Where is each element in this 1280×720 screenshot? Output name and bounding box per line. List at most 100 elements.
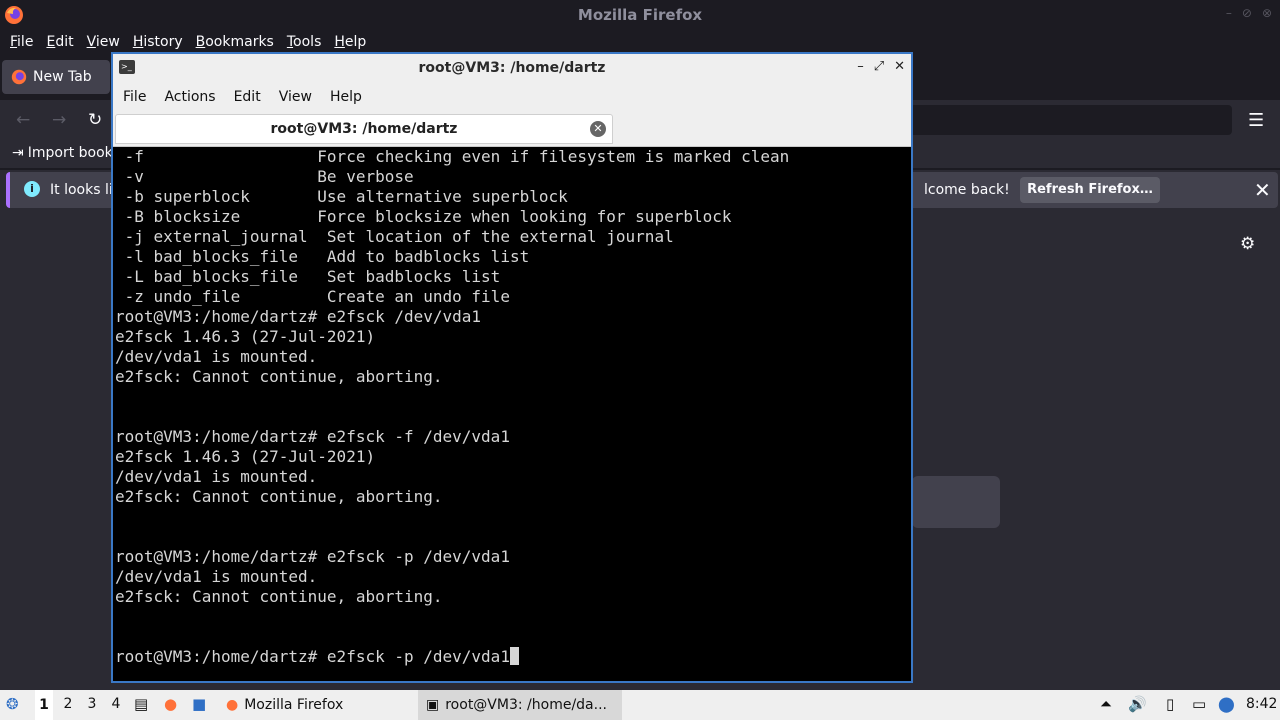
firefox-titlebar: Mozilla Firefox – ⊘ ⊗ <box>0 0 1280 30</box>
terminal-tab[interactable]: root@VM3: /home/dartz ✕ <box>115 114 613 144</box>
import-icon: ⇥ <box>12 145 24 161</box>
terminal-line: /dev/vda1 is mounted. <box>115 347 318 366</box>
terminal-tab-label: root@VM3: /home/dartz <box>270 121 458 137</box>
refresh-firefox-button[interactable]: Refresh Firefox… <box>1020 177 1160 203</box>
minimize-icon[interactable]: – <box>1226 6 1232 20</box>
menu-edit[interactable]: Edit <box>46 34 73 50</box>
terminal-menu-file[interactable]: File <box>123 89 146 105</box>
task-terminal-label: root@VM3: /home/da... <box>445 697 607 713</box>
tab-new-tab[interactable]: New Tab <box>2 60 110 94</box>
task-firefox-label: Mozilla Firefox <box>244 697 344 713</box>
terminal-line: -v Be verbose <box>115 167 414 186</box>
terminal-menu-actions[interactable]: Actions <box>164 89 215 105</box>
terminal-line: e2fsck 1.46.3 (27-Jul-2021) <box>115 327 376 346</box>
terminal-line: e2fsck: Cannot continue, aborting. <box>115 587 443 606</box>
tab-label: New Tab <box>33 69 92 85</box>
firefox-icon: ● <box>226 697 239 713</box>
file-manager-icon[interactable]: ▤ <box>134 695 148 713</box>
terminal-line: -z undo_file Create an undo file <box>115 287 510 306</box>
terminal-icon: ▣ <box>426 697 440 713</box>
clock: 8:42 <box>1246 696 1278 712</box>
terminal-line: e2fsck: Cannot continue, aborting. <box>115 367 443 386</box>
network-icon[interactable]: ▭ <box>1192 695 1206 713</box>
task-firefox[interactable]: ● Mozilla Firefox <box>218 690 351 720</box>
terminal-line: root@VM3:/home/dartz# e2fsck -p /dev/vda… <box>115 547 510 566</box>
minimize-icon[interactable]: – <box>857 59 864 74</box>
terminal-line: -j external_journal Set location of the … <box>115 227 674 246</box>
firefox-menubar: File Edit View History Bookmarks Tools H… <box>0 30 1280 54</box>
gear-icon[interactable]: ⚙ <box>1240 234 1255 254</box>
terminal-line: -l bad_blocks_file Add to badblocks list <box>115 247 530 266</box>
terminal-cursor <box>509 647 519 665</box>
url-bar[interactable] <box>910 105 1232 135</box>
terminal-output[interactable]: -f Force checking even if filesystem is … <box>113 147 911 681</box>
menu-file[interactable]: File <box>10 34 33 50</box>
terminal-line: root@VM3:/home/dartz# e2fsck -f /dev/vda… <box>115 427 510 446</box>
close-icon[interactable]: ⊗ <box>1262 6 1272 20</box>
terminal-line: e2fsck 1.46.3 (27-Jul-2021) <box>115 447 376 466</box>
taskbar: ❂ 1 2 3 4 ▤ ● ■ ● Mozilla Firefox ▣ root… <box>0 690 1280 720</box>
maximize-icon[interactable]: ⤢ <box>874 59 884 74</box>
close-icon[interactable]: ✕ <box>894 59 905 74</box>
terminal-prompt-line: root@VM3:/home/dartz# e2fsck -p /dev/vda… <box>115 647 911 667</box>
restore-icon[interactable]: ⊘ <box>1242 6 1252 20</box>
close-tab-icon[interactable]: ✕ <box>590 121 606 137</box>
terminal-line: /dev/vda1 is mounted. <box>115 567 318 586</box>
terminal-line: -b superblock Use alternative superblock <box>115 187 568 206</box>
terminal-menu-edit[interactable]: Edit <box>234 89 261 105</box>
terminal-line: -f Force checking even if filesystem is … <box>115 147 790 166</box>
desktop-icon[interactable]: ■ <box>192 695 206 713</box>
forward-arrow-icon[interactable]: → <box>52 110 66 130</box>
firefox-window-title: Mozilla Firefox <box>577 6 703 24</box>
volume-icon[interactable]: 🔊 <box>1128 695 1147 713</box>
terminal-menu-view[interactable]: View <box>279 89 312 105</box>
terminal-line: /dev/vda1 is mounted. <box>115 467 318 486</box>
import-bookmarks-button[interactable]: ⇥ Import book <box>12 145 113 161</box>
menu-tools[interactable]: Tools <box>287 34 322 50</box>
back-arrow-icon[interactable]: ← <box>16 110 30 130</box>
firefox-launcher-icon[interactable]: ● <box>164 695 177 713</box>
firefox-window-controls: – ⊘ ⊗ <box>1226 6 1272 20</box>
workspace-3[interactable]: 3 <box>83 696 101 712</box>
menu-history[interactable]: History <box>133 34 183 50</box>
menu-bookmarks[interactable]: Bookmarks <box>196 34 274 50</box>
firefox-logo-icon <box>5 6 23 24</box>
import-bookmarks-label: Import book <box>27 145 113 161</box>
workspace-1[interactable]: 1 <box>35 690 53 720</box>
terminal-titlebar: >_ root@VM3: /home/dartz – ⤢ ✕ <box>113 54 911 82</box>
terminal-icon: >_ <box>119 60 135 74</box>
info-icon: i <box>24 181 40 197</box>
task-terminal[interactable]: ▣ root@VM3: /home/da... <box>418 690 622 720</box>
close-icon[interactable]: ✕ <box>1254 178 1271 202</box>
firefox-tab-icon <box>11 69 27 85</box>
terminal-window-title: root@VM3: /home/dartz <box>418 60 606 76</box>
terminal-window: >_ root@VM3: /home/dartz – ⤢ ✕ File Acti… <box>111 52 913 683</box>
menu-help[interactable]: Help <box>334 34 366 50</box>
reload-icon[interactable]: ↻ <box>88 110 102 130</box>
workspace-4[interactable]: 4 <box>107 696 125 712</box>
terminal-prompt-text: root@VM3:/home/dartz# e2fsck -p /dev/vda… <box>115 647 510 666</box>
terminal-menu-help[interactable]: Help <box>330 89 362 105</box>
terminal-tabbar: root@VM3: /home/dartz ✕ <box>113 112 911 147</box>
search-box[interactable] <box>912 476 1000 528</box>
terminal-line: -L bad_blocks_file Set badblocks list <box>115 267 501 286</box>
terminal-line: -B blocksize Force blocksize when lookin… <box>115 207 732 226</box>
terminal-menubar: File Actions Edit View Help <box>113 82 911 112</box>
clipboard-icon[interactable]: ▯ <box>1166 695 1174 713</box>
hamburger-menu-icon[interactable]: ☰ <box>1248 110 1264 131</box>
terminal-window-controls: – ⤢ ✕ <box>857 59 905 74</box>
tray-up-icon[interactable]: ⏶ <box>1100 695 1112 713</box>
workspace-2[interactable]: 2 <box>59 696 77 712</box>
terminal-line: e2fsck: Cannot continue, aborting. <box>115 487 443 506</box>
menu-view[interactable]: View <box>87 34 120 50</box>
notification-text-continued: lcome back! <box>924 182 1010 198</box>
terminal-text: -f Force checking even if filesystem is … <box>113 147 911 667</box>
updates-icon[interactable]: ⬤ <box>1218 695 1235 713</box>
app-menu-icon[interactable]: ❂ <box>6 695 19 713</box>
